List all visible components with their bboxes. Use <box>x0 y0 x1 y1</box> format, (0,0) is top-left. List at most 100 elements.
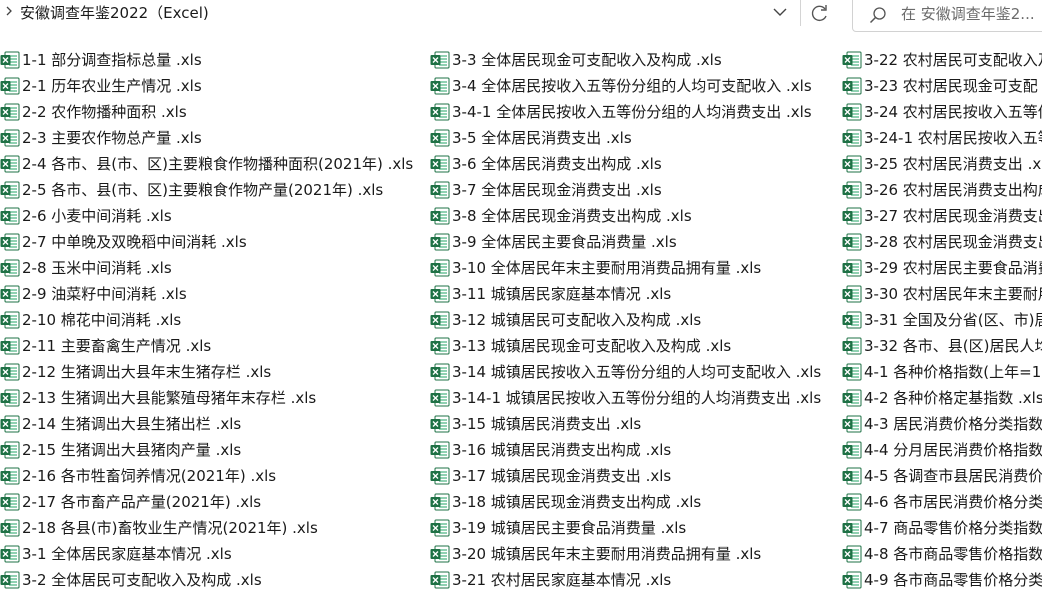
excel-file-icon <box>430 285 450 303</box>
file-name: 3-24-1 农村居民按收入五等 <box>864 129 1042 147</box>
excel-file-icon <box>430 519 450 537</box>
excel-file-icon <box>842 233 862 251</box>
file-name: 4-5 各调查市县居民消费价 <box>864 467 1042 485</box>
excel-file-icon <box>842 285 862 303</box>
excel-file-icon <box>0 155 20 173</box>
file-name: 2-14 生猪调出大县生猪出栏 .xls <box>22 415 242 433</box>
file-name: 3-5 全体居民消费支出 .xls <box>452 129 632 147</box>
file-name: 3-28 农村居民现金消费支出 <box>864 233 1042 251</box>
file-name: 3-14 城镇居民按收入五等份分组的人均可支配收入 .xls <box>452 363 822 381</box>
file-column-2: 3-3 全体居民现金可支配收入及构成 .xls 3-4 全体居民按收入五等份分组的… <box>430 47 840 590</box>
excel-file-icon <box>430 181 450 199</box>
excel-file-icon <box>0 545 20 563</box>
excel-file-icon <box>430 103 450 121</box>
file-column-1: 1-1 部分调查指标总量 .xls 2-1 历年农业生产情况 .xls 2-2 农作… <box>0 47 425 590</box>
file-name: 3-30 农村居民年末主要耐用 <box>864 285 1042 303</box>
excel-file-icon <box>842 129 862 147</box>
excel-file-icon <box>0 337 20 355</box>
excel-file-icon <box>842 441 862 459</box>
file-name: 2-12 生猪调出大县年末生猪存栏 .xls <box>22 363 272 381</box>
excel-file-icon <box>430 311 450 329</box>
excel-file-icon <box>430 155 450 173</box>
excel-file-icon <box>842 311 862 329</box>
excel-file-icon <box>0 207 20 225</box>
excel-file-icon <box>430 77 450 95</box>
excel-file-icon <box>842 467 862 485</box>
excel-file-icon <box>0 493 20 511</box>
excel-file-icon <box>842 181 862 199</box>
file-name: 3-29 农村居民主要食品消费 <box>864 259 1042 277</box>
file-name: 4-6 各市居民消费价格分类 <box>864 493 1042 511</box>
file-name: 2-3 主要农作物总产量 .xls <box>22 129 202 147</box>
file-name: 3-21 农村居民家庭基本情况 .xls <box>452 571 672 589</box>
file-name: 3-18 城镇居民现金消费支出构成 .xls <box>452 493 702 511</box>
file-name: 4-2 各种价格定基指数 .xls <box>864 389 1042 407</box>
file-name: 3-24 农村居民按收入五等份 <box>864 103 1042 121</box>
file-column-3: 3-22 农村居民可支配收入及 3-23 农村居民现金可支配 3-24 农村居民按收… <box>842 47 1042 590</box>
file-name: 3-2 全体居民可支配收入及构成 .xls <box>22 571 262 589</box>
excel-file-icon <box>842 77 862 95</box>
excel-file-icon <box>842 259 862 277</box>
file-name: 4-8 各市商品零售价格指数 <box>864 545 1042 563</box>
file-name: 2-2 农作物播种面积 .xls <box>22 103 187 121</box>
excel-file-icon <box>0 51 20 69</box>
file-name: 3-6 全体居民消费支出构成 .xls <box>452 155 662 173</box>
file-name: 3-14-1 城镇居民按收入五等份分组的人均消费支出 .xls <box>452 389 822 407</box>
excel-file-icon <box>842 207 862 225</box>
excel-file-icon <box>0 285 20 303</box>
excel-file-icon <box>0 363 20 381</box>
file-name: 3-20 城镇居民年末主要耐用消费品拥有量 .xls <box>452 545 762 563</box>
excel-file-icon <box>430 337 450 355</box>
file-name: 3-9 全体居民主要食品消费量 .xls <box>452 233 677 251</box>
excel-file-icon <box>842 51 862 69</box>
chevron-down-icon[interactable] <box>772 5 788 19</box>
file-name: 3-13 城镇居民现金可支配收入及构成 .xls <box>452 337 732 355</box>
file-name: 3-7 全体居民现金消费支出 .xls <box>452 181 662 199</box>
breadcrumb-path[interactable]: 安徽调查年鉴2022（Excel) <box>20 2 209 24</box>
excel-file-icon <box>0 181 20 199</box>
address-bar: 安徽调查年鉴2022（Excel) 在 安徽调查年鉴2... <box>0 0 1042 32</box>
excel-file-icon <box>430 259 450 277</box>
excel-file-icon <box>430 467 450 485</box>
excel-file-icon <box>0 519 20 537</box>
file-name: 2-7 中单晚及双晚稻中间消耗 .xls <box>22 233 247 251</box>
excel-file-icon <box>842 571 862 589</box>
excel-file-icon <box>430 389 450 407</box>
file-name: 2-6 小麦中间消耗 .xls <box>22 207 172 225</box>
file-name: 4-9 各市商品零售价格分类 <box>864 571 1042 589</box>
file-name: 4-1 各种价格指数(上年=10 <box>864 363 1042 381</box>
search-icon <box>869 7 886 24</box>
excel-file-icon <box>842 155 862 173</box>
excel-file-icon <box>430 571 450 589</box>
excel-file-icon <box>430 545 450 563</box>
file-name: 2-13 生猪调出大县能繁殖母猪年末存栏 .xls <box>22 389 317 407</box>
excel-file-icon <box>842 519 862 537</box>
chevron-right-icon[interactable] <box>4 4 14 18</box>
excel-file-icon <box>0 415 20 433</box>
file-name: 2-18 各县(市)畜牧业生产情况(2021年) .xls <box>22 519 318 537</box>
search-input[interactable]: 在 安徽调查年鉴2... <box>901 3 1035 24</box>
excel-file-icon <box>0 311 20 329</box>
search-box[interactable]: 在 安徽调查年鉴2... <box>852 0 1042 32</box>
excel-file-icon <box>0 233 20 251</box>
file-name: 3-11 城镇居民家庭基本情况 .xls <box>452 285 672 303</box>
refresh-icon[interactable] <box>807 2 833 24</box>
excel-file-icon <box>842 363 862 381</box>
file-name: 2-10 棉花中间消耗 .xls <box>22 311 182 329</box>
file-name: 2-4 各市、县(市、区)主要粮食作物播种面积(2021年) .xls <box>22 155 414 173</box>
file-name: 2-16 各市牲畜饲养情况(2021年) .xls <box>22 467 277 485</box>
excel-file-icon <box>0 467 20 485</box>
excel-file-icon <box>0 129 20 147</box>
file-name: 3-31 全国及分省(区、市)居 <box>864 311 1042 329</box>
file-name: 3-15 城镇居民消费支出 .xls <box>452 415 642 433</box>
excel-file-icon <box>430 129 450 147</box>
file-name: 3-23 农村居民现金可支配 <box>864 77 1038 95</box>
file-name: 3-19 城镇居民主要食品消费量 .xls <box>452 519 687 537</box>
excel-file-icon <box>842 389 862 407</box>
file-name: 1-1 部分调查指标总量 .xls <box>22 51 202 69</box>
excel-file-icon <box>430 441 450 459</box>
excel-file-icon <box>0 441 20 459</box>
excel-file-icon <box>842 493 862 511</box>
excel-file-icon <box>430 493 450 511</box>
excel-file-icon <box>430 207 450 225</box>
